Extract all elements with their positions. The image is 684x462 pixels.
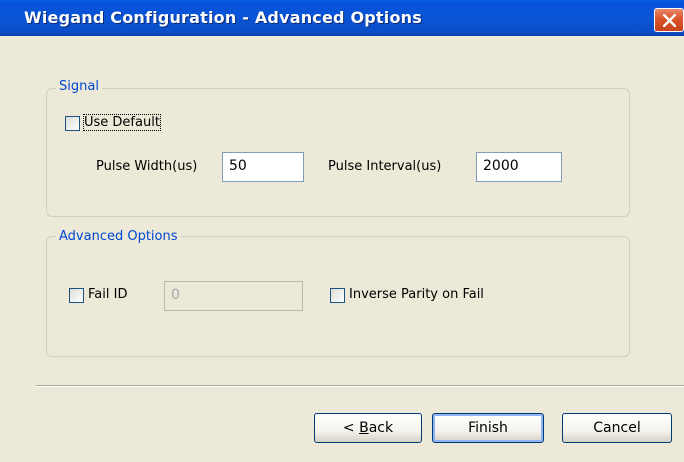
back-prefix: <	[342, 420, 360, 436]
title-bar: Wiegand Configuration - Advanced Options	[0, 0, 684, 36]
fail-id-input[interactable]: 0	[164, 281, 303, 311]
back-rest: ack	[368, 420, 394, 436]
close-button[interactable]	[654, 8, 684, 32]
window-title: Wiegand Configuration - Advanced Options	[24, 8, 422, 27]
inverse-parity-checkbox[interactable]	[330, 288, 345, 303]
fail-id-label[interactable]: Fail ID	[88, 287, 127, 302]
back-mnemonic: B	[359, 420, 369, 436]
advanced-options-legend: Advanced Options	[56, 229, 181, 244]
pulse-width-label: Pulse Width(us)	[96, 159, 198, 174]
use-default-checkbox[interactable]	[65, 116, 80, 131]
fail-id-checkbox[interactable]	[69, 288, 84, 303]
pulse-interval-input[interactable]: 2000	[476, 152, 562, 182]
cancel-button[interactable]: Cancel	[562, 413, 672, 443]
inverse-parity-label[interactable]: Inverse Parity on Fail	[349, 287, 484, 302]
finish-button[interactable]: Finish	[432, 413, 544, 443]
back-button[interactable]: < Back	[314, 413, 422, 443]
pulse-width-input[interactable]: 50	[222, 152, 304, 182]
pulse-interval-label: Pulse Interval(us)	[328, 159, 442, 174]
close-icon	[663, 14, 676, 27]
button-separator	[36, 385, 684, 387]
signal-legend: Signal	[56, 79, 102, 94]
use-default-label[interactable]: Use Default	[83, 114, 161, 131]
